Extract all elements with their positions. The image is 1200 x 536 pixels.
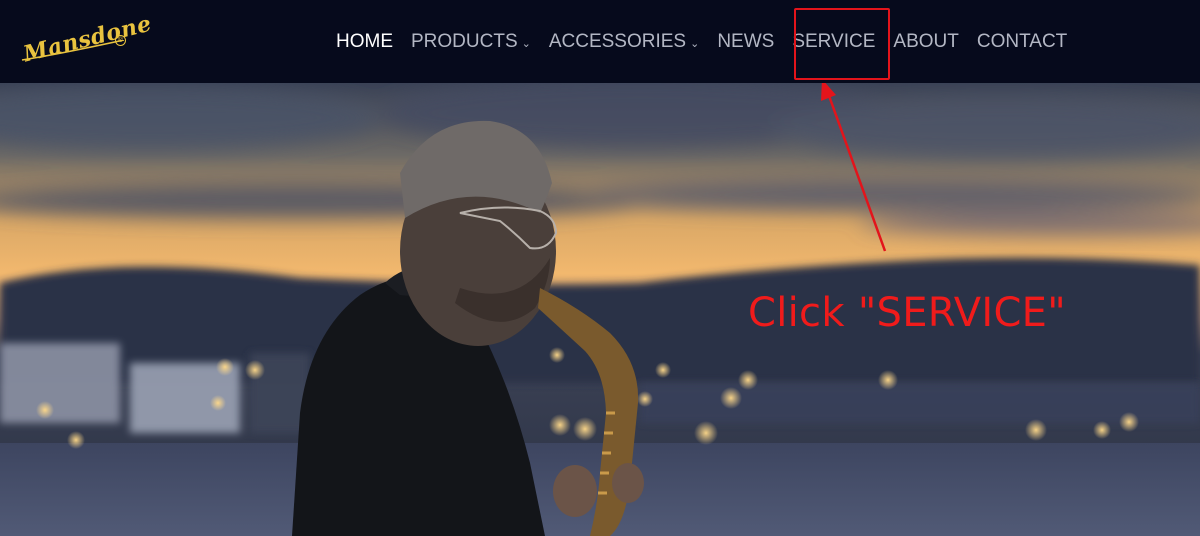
brand-logo[interactable]: Mansdone ® — [20, 11, 154, 68]
nav-products[interactable]: PRODUCTS ⌄ — [411, 31, 531, 53]
nav-contact[interactable]: CONTACT — [977, 31, 1067, 53]
site-header: Mansdone ® HOME PRODUCTS ⌄ ACCESSORIES ⌄… — [0, 0, 1200, 83]
nav-about[interactable]: ABOUT — [893, 31, 958, 53]
nav-contact-label: CONTACT — [976, 30, 1068, 52]
chevron-down-icon: ⌄ — [521, 37, 531, 50]
nav-accessories[interactable]: ACCESSORIES ⌄ — [549, 31, 699, 53]
nav-service[interactable]: SERVICE — [792, 31, 875, 53]
main-nav: HOME PRODUCTS ⌄ ACCESSORIES ⌄ NEWS SERVI… — [336, 0, 1067, 83]
nav-products-label: PRODUCTS — [411, 30, 518, 52]
chevron-down-icon: ⌄ — [690, 37, 700, 50]
nav-news[interactable]: NEWS — [717, 31, 774, 53]
nav-home[interactable]: HOME — [336, 31, 393, 53]
registered-mark: ® — [115, 35, 126, 46]
nav-home-label: HOME — [336, 30, 393, 52]
nav-news-label: NEWS — [717, 30, 775, 52]
nav-accessories-label: ACCESSORIES — [548, 30, 687, 52]
nav-service-label: SERVICE — [792, 30, 876, 52]
nav-about-label: ABOUT — [893, 30, 959, 52]
instruction-label: Click "SERVICE" — [748, 290, 1066, 336]
